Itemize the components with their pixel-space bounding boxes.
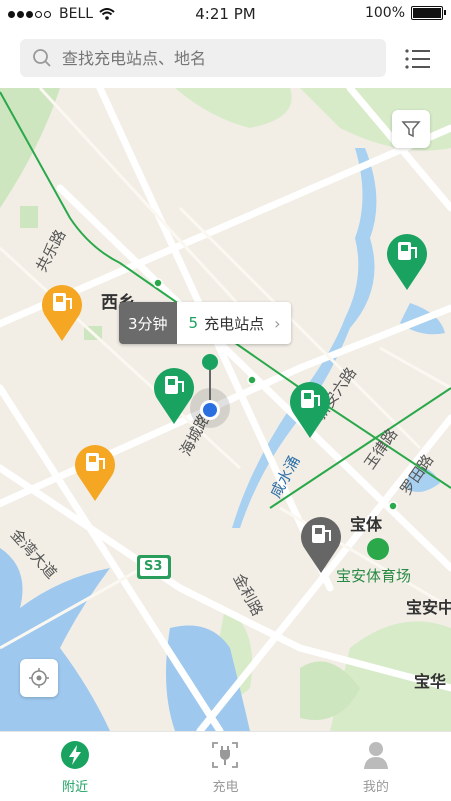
locate-icon bbox=[29, 668, 49, 688]
battery-icon bbox=[411, 6, 446, 20]
map-view[interactable]: 共乐路 西乡 海城路 咸水涌 新安六路 玉律路 罗田路 宝体 宝安体育场 金湾大… bbox=[0, 88, 451, 731]
tab-nearby[interactable]: 附近 bbox=[0, 732, 150, 801]
status-bar: BELL 4:21 PM 100% bbox=[0, 0, 451, 30]
tab-charge[interactable]: 充电 bbox=[150, 732, 300, 801]
station-count: 5 bbox=[188, 314, 199, 332]
nearby-stations-callout[interactable]: 3分钟 5 充电站点 › bbox=[119, 302, 291, 344]
travel-time: 3分钟 bbox=[119, 302, 177, 344]
charging-station-pin[interactable] bbox=[71, 441, 119, 503]
chevron-right-icon: › bbox=[274, 313, 281, 333]
station-count-label: 充电站点 bbox=[204, 314, 265, 333]
list-view-icon[interactable] bbox=[404, 46, 432, 72]
filter-icon bbox=[401, 121, 421, 138]
tab-me[interactable]: 我的 bbox=[301, 732, 451, 801]
tab-label: 我的 bbox=[362, 780, 389, 795]
map-label-area: 宝体 bbox=[350, 515, 383, 534]
charging-station-pin[interactable] bbox=[297, 513, 345, 575]
filter-button[interactable] bbox=[392, 110, 430, 148]
search-icon bbox=[33, 49, 51, 67]
person-icon bbox=[363, 742, 388, 769]
locate-me-button[interactable] bbox=[20, 659, 58, 697]
search-field[interactable] bbox=[20, 39, 386, 77]
search-bar bbox=[0, 30, 451, 88]
plug-icon bbox=[212, 742, 239, 768]
map-label-area: 宝华 bbox=[414, 672, 447, 691]
map-label-area: 宝安中 bbox=[406, 598, 451, 617]
station-count-info: 5 充电站点 › bbox=[176, 302, 291, 344]
charging-station-pin[interactable] bbox=[286, 378, 334, 440]
status-right: 100% bbox=[364, 5, 446, 21]
lightning-icon bbox=[61, 741, 90, 769]
charging-station-pin[interactable] bbox=[383, 230, 431, 292]
current-location-marker bbox=[190, 354, 230, 428]
highway-shield-label: S3 bbox=[144, 559, 163, 574]
battery-percent: 100% bbox=[364, 5, 405, 21]
tab-label: 充电 bbox=[212, 780, 239, 795]
search-input[interactable] bbox=[60, 47, 364, 69]
tab-bar: 附近 充电 我的 bbox=[0, 731, 451, 801]
map-label-stadium: 宝安体育场 bbox=[336, 567, 412, 585]
charging-station-pin[interactable] bbox=[38, 281, 86, 343]
tab-label: 附近 bbox=[62, 780, 89, 795]
